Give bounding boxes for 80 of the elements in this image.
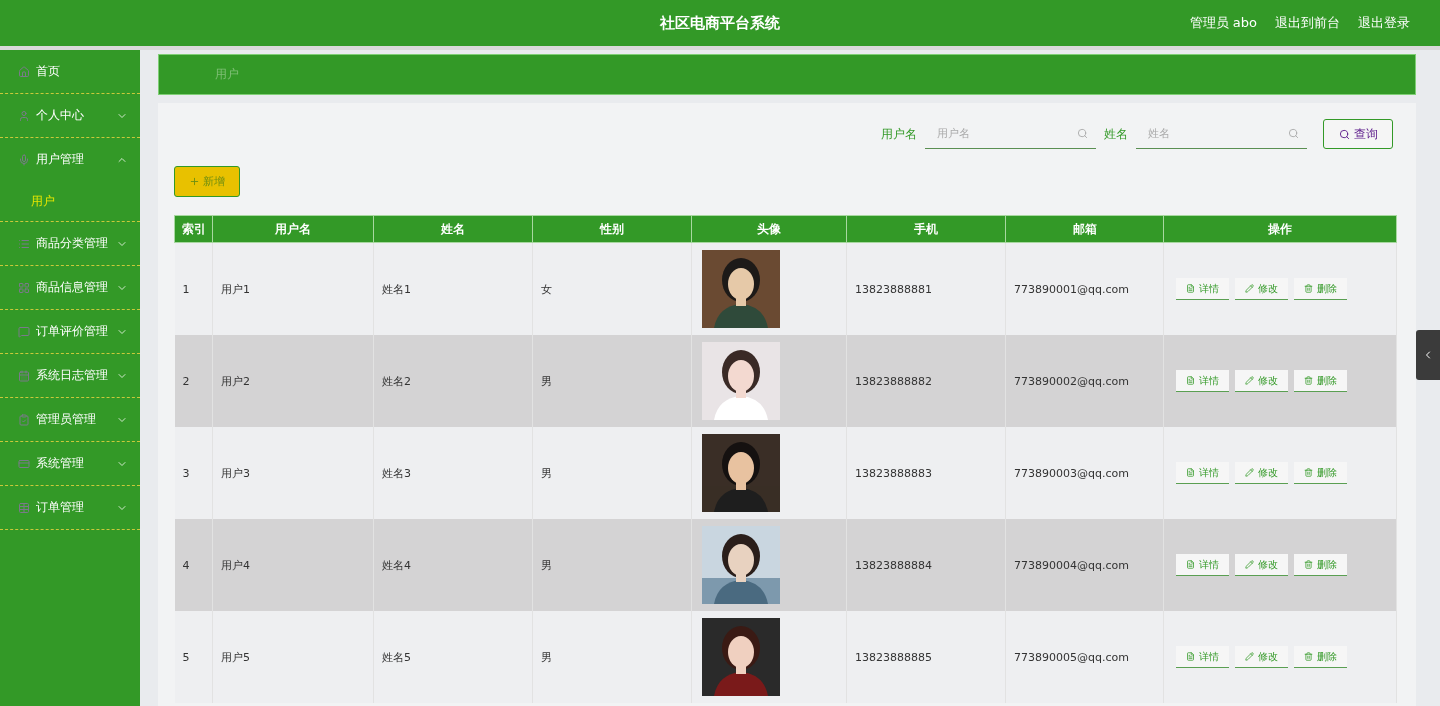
- delete-button[interactable]: 删除: [1294, 370, 1347, 392]
- edit-button[interactable]: 修改: [1235, 462, 1288, 484]
- delete-button[interactable]: 删除: [1294, 278, 1347, 300]
- action-icon: [1245, 284, 1254, 293]
- detail-button[interactable]: 详情: [1176, 370, 1229, 392]
- action-icon: [1304, 652, 1313, 661]
- column-header: 索引: [174, 215, 213, 243]
- phone-cell: 13823888885: [846, 611, 1006, 703]
- search-icon: [1288, 128, 1299, 139]
- detail-button[interactable]: 详情: [1176, 554, 1229, 576]
- column-header: 用户名: [212, 215, 374, 243]
- sidebar-item[interactable]: 系统管理: [0, 442, 140, 486]
- action-icon: [1304, 376, 1313, 385]
- edit-button[interactable]: 修改: [1235, 646, 1288, 668]
- column-header: 操作: [1163, 215, 1397, 243]
- username-cell: 用户5: [212, 611, 374, 703]
- column-header: 头像: [691, 215, 847, 243]
- search-field[interactable]: 姓名: [1136, 119, 1307, 149]
- column-header: 邮箱: [1005, 215, 1164, 243]
- detail-button[interactable]: 详情: [1176, 646, 1229, 668]
- sidebar-item[interactable]: 管理员管理: [0, 398, 140, 442]
- menu-icon: [18, 413, 30, 426]
- column-header: 姓名: [373, 215, 533, 243]
- edit-button[interactable]: 修改: [1235, 278, 1288, 300]
- gender-cell: 男: [532, 611, 692, 703]
- menu-icon: [18, 237, 30, 250]
- menu-icon: [18, 369, 30, 382]
- add-button[interactable]: 新增: [174, 166, 240, 197]
- search-field[interactable]: 用户名: [925, 119, 1096, 149]
- sidebar-item[interactable]: 用户管理: [0, 138, 140, 181]
- app-title: 社区电商平台系统: [660, 13, 780, 33]
- name-cell: 姓名5: [373, 611, 533, 703]
- menu-icon: [18, 325, 30, 338]
- sidebar-item[interactable]: 商品信息管理: [0, 266, 140, 310]
- delete-button[interactable]: 删除: [1294, 646, 1347, 668]
- action-icon: [1304, 468, 1313, 477]
- action-icon: [1245, 376, 1254, 385]
- collapse-tab[interactable]: [1416, 330, 1440, 380]
- detail-button[interactable]: 详情: [1176, 278, 1229, 300]
- menu-icon: [18, 457, 30, 470]
- sidebar-item[interactable]: 系统日志管理: [0, 354, 140, 398]
- sidebar-item[interactable]: 首页: [0, 50, 140, 94]
- sidebar-item[interactable]: 订单管理: [0, 486, 140, 530]
- header-link[interactable]: 退出到前台: [1275, 14, 1340, 32]
- menu-icon: [18, 501, 30, 514]
- delete-button[interactable]: 删除: [1294, 462, 1347, 484]
- plus-icon: [189, 176, 200, 187]
- action-icon: [1186, 560, 1195, 569]
- action-icon: [1186, 376, 1195, 385]
- action-icon: [1186, 652, 1195, 661]
- query-button[interactable]: 查询: [1323, 119, 1393, 149]
- menu-icon: [18, 153, 30, 166]
- detail-button[interactable]: 详情: [1176, 462, 1229, 484]
- action-icon: [1304, 560, 1313, 569]
- action-icon: [1186, 468, 1195, 477]
- action-icon: [1245, 560, 1254, 569]
- sidebar-item[interactable]: 订单评价管理: [0, 310, 140, 354]
- action-icon: [1304, 284, 1313, 293]
- menu-icon: [18, 109, 30, 122]
- sidebar-item[interactable]: 商品分类管理: [0, 222, 140, 266]
- column-header: 手机: [846, 215, 1006, 243]
- delete-button[interactable]: 删除: [1294, 554, 1347, 576]
- column-header: 性别: [532, 215, 692, 243]
- header-link[interactable]: 退出登录: [1358, 14, 1410, 32]
- index-cell: 5: [174, 611, 213, 703]
- sidebar-item[interactable]: 个人中心: [0, 94, 140, 138]
- field-label: 用户名: [881, 126, 917, 142]
- field-label: 姓名: [1104, 126, 1128, 142]
- email-cell: 773890005@qq.com: [1005, 611, 1164, 703]
- menu-icon: [18, 65, 30, 78]
- menu-icon: [18, 281, 30, 294]
- sidebar-subitem[interactable]: 用户: [0, 181, 140, 221]
- search-icon: [1338, 128, 1350, 140]
- action-icon: [1245, 652, 1254, 661]
- edit-button[interactable]: 修改: [1235, 554, 1288, 576]
- search-icon: [1077, 128, 1088, 139]
- action-icon: [1245, 468, 1254, 477]
- admin-name: 管理员 abo: [1189, 14, 1257, 32]
- action-icon: [1186, 284, 1195, 293]
- edit-button[interactable]: 修改: [1235, 370, 1288, 392]
